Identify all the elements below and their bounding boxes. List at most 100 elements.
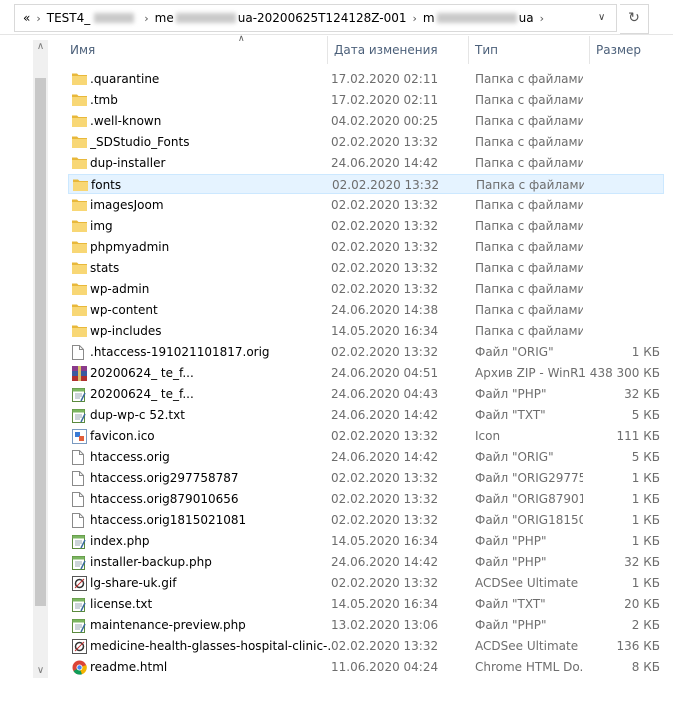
file-type: Файл "PHP" [475, 618, 547, 632]
file-row[interactable]: htaccess.orig297758787 02.02.2020 13:32 Фа… [68, 468, 664, 488]
file-row[interactable]: .well-known 04.02.2020 00:25 Папка с файла… [68, 111, 664, 131]
header-date[interactable]: Дата изменения [328, 36, 469, 64]
file-date: 11.06.2020 04:24 [331, 660, 439, 674]
chevron-down-icon[interactable]: ∨ [598, 12, 608, 23]
file-size: 8 КБ [631, 660, 660, 674]
file-size [569, 175, 659, 195]
file-row[interactable]: wp-admin 02.02.2020 13:32 Папка с файлами [68, 279, 664, 299]
file-row[interactable]: .tmb 17.02.2020 02:11 Папка с файлами [68, 90, 664, 110]
file-row[interactable]: fonts 02.02.2020 13:32 Папка с файлами [68, 174, 664, 194]
file-row[interactable]: _SDStudio_Fonts 02.02.2020 13:32 Папка с ф… [68, 132, 664, 152]
scroll-down-icon[interactable]: ∨ [33, 664, 48, 678]
file-row[interactable]: imagesJoom 02.02.2020 13:32 Папка с файлам… [68, 195, 664, 215]
chrome-icon [72, 660, 87, 675]
column-header: ∧ Имя Дата изменения Тип Размер [50, 34, 673, 64]
breadcrumb-segment[interactable]: me [155, 11, 174, 25]
chevron-right-icon: › [144, 11, 149, 25]
file-size: 1 КБ [631, 492, 660, 506]
file-type: Архив ZIP - WinR... [475, 366, 583, 380]
file-name: license.txt [90, 597, 153, 611]
file-row[interactable]: dup-wp-c 52.txt 24.06.2020 14:42 Файл "TXT… [68, 405, 664, 425]
breadcrumb-overflow[interactable]: « [23, 11, 30, 25]
file-row[interactable]: index.php 14.05.2020 16:34 Файл "PHP" 1 КБ [68, 531, 664, 551]
file-type: Папка с файлами [476, 178, 584, 192]
file-date: 24.06.2020 04:51 [331, 366, 439, 380]
file-name: img [90, 219, 113, 233]
header-name[interactable]: Имя [64, 36, 328, 64]
file-row[interactable]: phpmyadmin 02.02.2020 13:32 Папка с файлам… [68, 237, 664, 257]
file-row[interactable]: .quarantine 17.02.2020 02:11 Папка с файла… [68, 69, 664, 89]
scroll-thumb[interactable] [35, 78, 46, 606]
file-date: 02.02.2020 13:32 [331, 135, 439, 149]
header-size[interactable]: Размер [590, 36, 673, 64]
file-type: Папка с файлами [475, 324, 583, 338]
breadcrumb: « › TEST4_ › me ua-20200625T124128Z-001 … [23, 5, 588, 31]
file-row[interactable]: 20200624_ te_f... 24.06.2020 04:43 Файл "P… [68, 384, 664, 404]
breadcrumb-segment[interactable]: m [423, 11, 435, 25]
file-name: wp-admin [90, 282, 150, 296]
file-row[interactable]: dup-installer 24.06.2020 14:42 Папка с фай… [68, 153, 664, 173]
breadcrumb-segment[interactable]: ua [519, 11, 534, 25]
file-row[interactable]: wp-content 24.06.2020 14:38 Папка с файлам… [68, 300, 664, 320]
file-icon [72, 492, 87, 507]
file-size [570, 258, 660, 278]
file-name: readme.html [90, 660, 168, 674]
file-name: 20200624_ te_f... [90, 366, 194, 380]
file-date: 17.02.2020 02:11 [331, 72, 439, 86]
folder-icon [72, 261, 87, 275]
file-name: fonts [91, 178, 122, 192]
file-row[interactable]: 20200624_ te_f... 24.06.2020 04:51 Архив Z… [68, 363, 664, 383]
header-type[interactable]: Тип [469, 36, 590, 64]
file-size: 32 КБ [624, 387, 660, 401]
file-size: 1 438 300 КБ [578, 366, 660, 380]
file-date: 02.02.2020 13:32 [331, 198, 439, 212]
file-type: Папка с файлами [475, 261, 583, 275]
file-row[interactable]: medicine-health-glasses-hospital-clinic-… [68, 636, 664, 656]
file-row[interactable]: readme.html 11.06.2020 04:24 Chrome HTML D… [68, 657, 664, 677]
folder-icon [72, 114, 87, 128]
file-type: Файл "ORIG" [475, 345, 554, 359]
folder-icon [72, 240, 87, 254]
file-row[interactable]: license.txt 14.05.2020 16:34 Файл "TXT" 20 … [68, 594, 664, 614]
file-name: index.php [90, 534, 150, 548]
file-size [570, 69, 660, 89]
file-name: dup-installer [90, 156, 166, 170]
file-row[interactable]: maintenance-preview.php 13.02.2020 13:06 Ф… [68, 615, 664, 635]
file-row[interactable]: stats 02.02.2020 13:32 Папка с файлами [68, 258, 664, 278]
breadcrumb-segment[interactable]: ua-20200625T124128Z-001 [238, 11, 407, 25]
address-box[interactable]: « › TEST4_ › me ua-20200625T124128Z-001 … [14, 4, 617, 32]
file-row[interactable]: lg-share-uk.gif 02.02.2020 13:32 ACDSee Ul… [68, 573, 664, 593]
file-row[interactable]: img 02.02.2020 13:32 Папка с файлами [68, 216, 664, 236]
scroll-up-icon[interactable]: ∧ [33, 40, 48, 54]
file-date: 02.02.2020 13:32 [331, 219, 439, 233]
file-row[interactable]: wp-includes 14.05.2020 16:34 Папка с файла… [68, 321, 664, 341]
notepad-icon [72, 534, 87, 549]
file-type: ACDSee Ultimate ... [475, 639, 583, 653]
file-row[interactable]: favicon.ico 02.02.2020 13:32 Icon 111 КБ [68, 426, 664, 446]
file-date: 02.02.2020 13:32 [331, 492, 439, 506]
file-row[interactable]: htaccess.orig1815021081 02.02.2020 13:32 Ф… [68, 510, 664, 530]
file-name: .tmb [90, 93, 118, 107]
file-date: 24.06.2020 04:43 [331, 387, 439, 401]
file-name: htaccess.orig297758787 [90, 471, 239, 485]
file-row[interactable]: htaccess.orig879010656 02.02.2020 13:32 Фа… [68, 489, 664, 509]
file-size: 5 КБ [631, 450, 660, 464]
file-name: .quarantine [90, 72, 160, 86]
breadcrumb-segment[interactable]: TEST4_ [47, 11, 91, 25]
file-type: Файл "PHP" [475, 534, 547, 548]
folder-icon [73, 178, 88, 192]
folder-icon [72, 198, 87, 212]
file-size: 136 КБ [616, 639, 660, 653]
folder-icon [72, 135, 87, 149]
file-row[interactable]: .htaccess-191021101817.orig 02.02.2020 13… [68, 342, 664, 362]
file-size [570, 153, 660, 173]
file-size [570, 216, 660, 236]
file-size [570, 237, 660, 257]
chevron-right-icon: › [36, 11, 41, 25]
file-size [570, 111, 660, 131]
vertical-scrollbar[interactable]: ∧ ∨ [33, 40, 48, 678]
file-row[interactable]: htaccess.orig 24.06.2020 14:42 Файл "ORIG"… [68, 447, 664, 467]
refresh-button[interactable]: ↻ [620, 4, 649, 34]
file-row[interactable]: installer-backup.php 24.06.2020 14:42 Файл… [68, 552, 664, 572]
folder-icon [72, 282, 87, 296]
